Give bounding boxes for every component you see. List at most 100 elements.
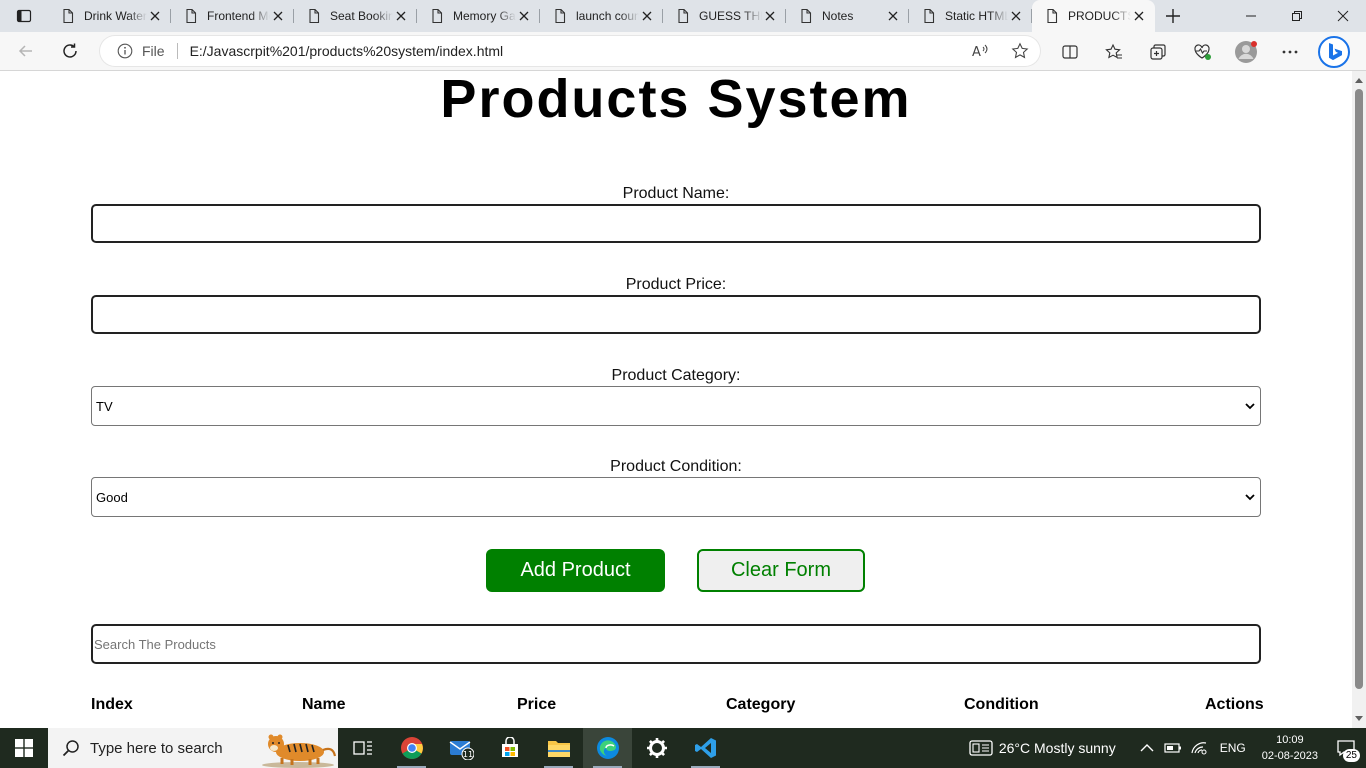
clock-date: 02-08-2023	[1261, 750, 1318, 762]
bing-icon[interactable]	[1312, 32, 1356, 71]
store-icon[interactable]	[485, 728, 534, 768]
minimize-icon[interactable]	[1228, 0, 1274, 32]
windows-icon[interactable]	[0, 728, 48, 768]
scroll-down-icon[interactable]	[1352, 712, 1366, 726]
browser-tab[interactable]: Drink Water	[48, 0, 171, 32]
address-bar[interactable]: File E:/Javascrpit%201/products%20system…	[100, 36, 1040, 66]
product-name-label: Product Name:	[622, 185, 730, 202]
scrollbar-thumb[interactable]	[1355, 89, 1363, 689]
tiger-illustration	[262, 734, 337, 768]
browser-tab[interactable]: GUESS THE NUMBER	[663, 0, 786, 32]
battery-icon[interactable]	[1160, 742, 1186, 754]
table-header-actions: Actions	[1205, 696, 1264, 713]
close-icon[interactable]	[885, 8, 901, 24]
table-header-condition: Condition	[964, 696, 1039, 713]
scroll-up-icon[interactable]	[1352, 73, 1366, 87]
windows-taskbar: Type here to search 11 26°C Mostly sunny…	[0, 728, 1366, 768]
page-icon	[63, 8, 74, 24]
browser-toolbar: File E:/Javascrpit%201/products%20system…	[0, 32, 1366, 71]
chevron-up-icon[interactable]	[1134, 743, 1160, 753]
condition-selected-value: Good	[96, 489, 128, 505]
chevron-down-icon	[1245, 494, 1255, 501]
close-icon[interactable]	[1131, 8, 1147, 24]
restore-icon[interactable]	[1274, 0, 1320, 32]
close-icon[interactable]	[270, 8, 286, 24]
scheme-label: File	[142, 43, 165, 59]
page-icon	[801, 8, 812, 24]
url-text[interactable]: E:/Javascrpit%201/products%20system/inde…	[190, 43, 960, 59]
product-category-label: Product Category:	[611, 367, 741, 384]
clock[interactable]: 10:09 02-08-2023	[1262, 732, 1318, 764]
mail-icon[interactable]: 11	[436, 728, 485, 768]
notification-count: 25	[1342, 749, 1360, 762]
close-icon[interactable]	[147, 8, 163, 24]
taskbar-search-box[interactable]: Type here to search	[48, 728, 338, 768]
chrome-icon[interactable]	[387, 728, 436, 768]
browser-tab[interactable]: Frontend Mentor	[171, 0, 294, 32]
edge-icon[interactable]	[583, 728, 632, 768]
read-aloud-icon[interactable]: A	[960, 36, 1000, 66]
close-icon[interactable]	[516, 8, 532, 24]
add-product-button[interactable]: Add Product	[486, 549, 665, 592]
browser-tab[interactable]: Static HTML	[909, 0, 1032, 32]
browser-tab[interactable]: Memory Game	[417, 0, 540, 32]
more-icon[interactable]	[1268, 32, 1312, 71]
wifi-icon[interactable]	[1186, 741, 1212, 755]
page-scrollbar[interactable]	[1352, 71, 1366, 728]
page-icon	[1047, 8, 1058, 24]
browser-tab[interactable]: Seat Booking	[294, 0, 417, 32]
language-indicator[interactable]: ENG	[1220, 741, 1246, 755]
close-icon[interactable]	[1320, 0, 1366, 32]
refresh-icon[interactable]	[52, 33, 88, 69]
notification-icon[interactable]: 25	[1326, 728, 1366, 768]
page-content: Products System Product Name: Product Pr…	[0, 71, 1352, 728]
back-icon[interactable]	[8, 33, 44, 69]
page-icon	[678, 8, 689, 24]
tab-actions-icon[interactable]	[0, 0, 48, 32]
browser-tab[interactable]: launch countdown	[540, 0, 663, 32]
weather-icon	[969, 740, 993, 756]
page-icon	[924, 8, 935, 24]
tab-title: Notes	[822, 9, 854, 23]
product-name-input[interactable]	[91, 204, 1261, 243]
table-header-category: Category	[726, 696, 796, 713]
close-icon[interactable]	[1008, 8, 1024, 24]
performance-icon[interactable]	[1180, 32, 1224, 71]
close-icon[interactable]	[393, 8, 409, 24]
favorites-icon[interactable]	[1092, 32, 1136, 71]
split-screen-icon[interactable]	[1048, 32, 1092, 71]
browser-tools	[1048, 32, 1356, 71]
category-selected-value: TV	[96, 398, 113, 414]
file-explorer-icon[interactable]	[534, 728, 583, 768]
table-header-price: Price	[517, 696, 557, 713]
close-icon[interactable]	[639, 8, 655, 24]
product-condition-select[interactable]: Good	[91, 477, 1261, 517]
info-icon[interactable]	[116, 42, 134, 60]
browser-tab[interactable]: Notes	[786, 0, 909, 32]
settings-icon[interactable]	[632, 728, 681, 768]
clear-form-button[interactable]: Clear Form	[697, 549, 865, 592]
table-header-index: Index	[91, 696, 133, 713]
tab-title: Drink Water	[84, 9, 147, 23]
tab-title: Frontend Mentor	[207, 9, 270, 23]
product-category-select[interactable]: TV	[91, 386, 1261, 426]
search-placeholder: Search The Products	[94, 636, 216, 652]
task-view-icon[interactable]	[338, 728, 387, 768]
profile-icon[interactable]	[1224, 32, 1268, 71]
star-icon[interactable]	[1000, 36, 1040, 66]
collections-icon[interactable]	[1136, 32, 1180, 71]
system-tray: 26°C Mostly sunny ENG 10:09 02-08-2023 2…	[969, 728, 1366, 768]
browser-tab-strip: Drink Water Frontend Mentor Seat Booking…	[0, 0, 1366, 32]
clock-time: 10:09	[1276, 734, 1304, 746]
product-condition-label: Product Condition:	[610, 458, 742, 475]
tab-title: Static HTML	[945, 9, 1008, 23]
weather-widget[interactable]: 26°C Mostly sunny	[969, 739, 1116, 757]
vscode-icon[interactable]	[681, 728, 730, 768]
search-products-input[interactable]: Search The Products	[91, 624, 1261, 664]
plus-icon[interactable]	[1155, 0, 1191, 32]
browser-tab-active[interactable]: PRODUCTS	[1032, 0, 1155, 32]
svg-text:A: A	[972, 45, 981, 60]
close-icon[interactable]	[762, 8, 778, 24]
product-price-label: Product Price:	[625, 276, 727, 293]
product-price-input[interactable]	[91, 295, 1261, 334]
